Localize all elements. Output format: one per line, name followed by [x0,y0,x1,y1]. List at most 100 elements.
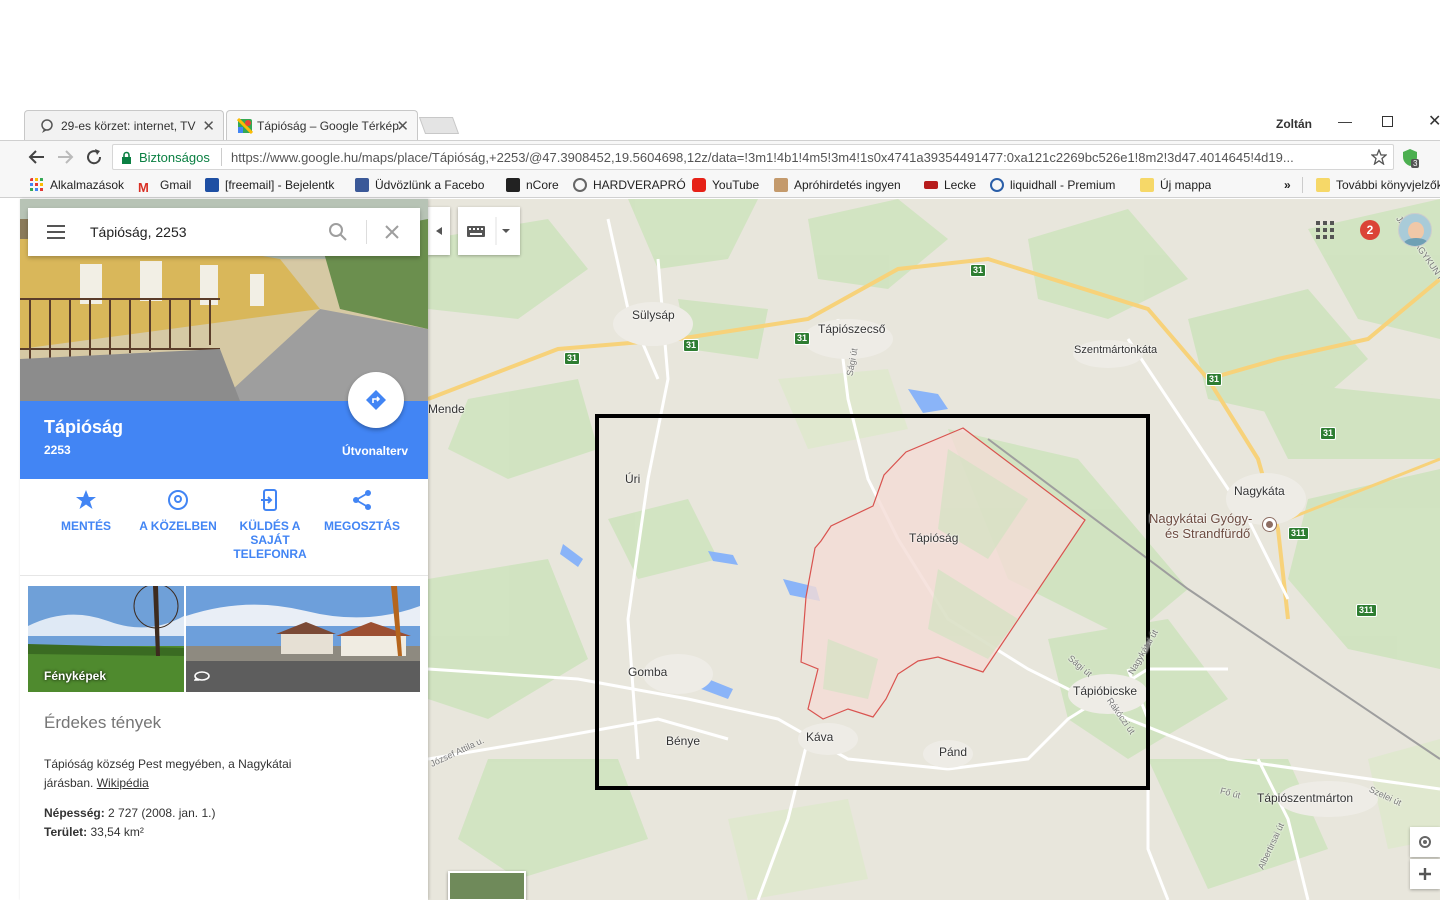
star-icon [76,490,96,509]
population-row: Népesség: 2 727 (2008. jan. 1.) [44,806,215,820]
bookmark-apps[interactable]: Alkalmazások [30,178,124,192]
clear-search-icon[interactable] [384,224,400,240]
send-to-phone-button[interactable]: KÜLDÉS A SAJÁT TELEFONRA [222,489,318,561]
bookmark-youtube[interactable]: YouTube [692,178,759,192]
bookmark-ncore[interactable]: nCore [506,178,559,192]
directions-button[interactable] [348,372,404,428]
map-label-tapiosag[interactable]: Tápióság [909,531,958,545]
google-apps-icon[interactable] [1316,221,1334,239]
search-icon[interactable] [328,222,348,242]
liquidhall-icon [990,178,1004,192]
zoom-in-button[interactable] [1410,859,1440,889]
directions-label[interactable]: Útvonalterv [342,444,408,458]
map-label-nagykata[interactable]: Nagykáta [1234,484,1285,498]
bookmarks-bar: Alkalmazások M Gmail [freemail] - Bejelen… [0,174,1440,198]
route-shield: 31 [1206,373,1223,386]
satellite-layer-toggle[interactable] [448,871,526,900]
collapse-panel-button[interactable] [428,207,450,255]
search-box [28,208,420,256]
close-tab-icon[interactable]: ✕ [396,117,409,135]
google-maps-icon [237,118,253,134]
search-input[interactable] [90,220,310,244]
place-name: Tápióság [44,417,124,437]
back-icon[interactable] [28,148,46,166]
reload-icon[interactable] [85,148,103,166]
plus-icon [1419,868,1431,880]
notifications-badge[interactable]: 2 [1360,220,1380,240]
bookmark-freemail[interactable]: [freemail] - Bejelentk [205,178,341,192]
population-value: 2 727 (2008. jan. 1.) [108,806,216,820]
photos-label: Fényképek [44,669,107,683]
tab-title: Tápióság – Google Térkép [257,119,399,133]
place-postal-code: 2253 [44,443,71,457]
divider [20,575,428,576]
extension-badge: 3 [1411,159,1420,168]
wikipedia-link[interactable]: Wikipédia [97,776,149,790]
new-tab-button[interactable] [418,117,460,134]
map-label-gomba[interactable]: Gomba [628,665,667,679]
folder-icon [1316,178,1330,192]
share-button[interactable]: MEGOSZTÁS [314,489,410,533]
folder-icon [1140,178,1154,192]
map-canvas[interactable]: Sülysáp Tápiószecső Szentmártonkáta Mend… [428,199,1440,900]
area-label: Terület: [44,825,88,839]
place-panel: Tápióság 2253 Útvonalterv MENTÉS A KÖZEL… [20,199,428,900]
bookmark-lecke[interactable]: Lecke [924,178,976,192]
spa-pin-icon[interactable] [1263,518,1276,531]
tab-active[interactable]: Tápióság – Google Térkép ✕ [226,110,418,140]
freemail-icon [205,178,219,192]
nearby-button[interactable]: A KÖZELBEN [130,489,226,533]
bookmark-folder-uj-mappa[interactable]: Új mappa [1140,178,1211,192]
directions-icon [366,390,386,410]
map-label-benye[interactable]: Bénye [666,734,700,748]
bookmark-hardverapro[interactable]: HARDVERAPRÓ [573,178,686,192]
map-label-sulysap[interactable]: Sülysáp [632,308,675,322]
tab-inactive[interactable]: 29-es körzet: internet, TV ✕ [24,110,224,140]
bookmark-aprohirdetes[interactable]: Apróhirdetés ingyen [774,178,908,192]
avatar[interactable] [1398,213,1432,247]
lock-icon [122,151,131,164]
area-row: Terület: 33,54 km² [44,825,144,839]
profile-name[interactable]: Zoltán [1276,117,1312,131]
close-tab-icon[interactable]: ✕ [202,117,215,135]
lecke-icon [924,181,938,189]
map-label-uri[interactable]: Úri [625,472,640,486]
keyboard-icon [467,217,510,245]
input-tools-button[interactable] [458,207,520,255]
map-label-spa-line2[interactable]: és Strandfürdő [1165,526,1250,541]
facebook-icon [355,178,369,192]
street-view-thumbnail[interactable] [186,586,420,692]
bookmark-liquidhall[interactable]: liquidhall - Premium [990,178,1122,192]
bookmark-gmail[interactable]: M Gmail [138,178,191,194]
map-label-mende[interactable]: Mende [428,402,465,416]
map-label-kava[interactable]: Káva [806,730,833,744]
restore-button[interactable] [1382,116,1393,127]
bookmark-star-icon[interactable] [1371,149,1387,165]
map-label-tapioszentmarton[interactable]: Tápiószentmárton [1257,791,1353,805]
menu-icon[interactable] [46,224,66,240]
bookmark-facebook[interactable]: Üdvözlünk a Facebo [355,178,491,192]
close-window-button[interactable]: ✕ [1428,111,1440,131]
my-location-button[interactable] [1410,827,1440,857]
photos-thumbnail[interactable]: Fényképek [28,586,184,692]
minimize-button[interactable]: — [1338,113,1352,129]
route-shield: 31 [1320,427,1337,440]
other-bookmarks[interactable]: További könyvjelzők [1316,178,1440,192]
security-label: Biztonságos [139,150,210,165]
map-label-spa-line1[interactable]: Nagykátai Gyógy- [1149,511,1252,526]
bookmarks-overflow[interactable]: » [1284,178,1291,192]
map-label-pand[interactable]: Pánd [939,745,967,759]
route-shield: 31 [683,339,700,352]
map-label-tapioszecso[interactable]: Tápiószecső [818,322,885,336]
map-label-tapiobicske[interactable]: Tápióbicske [1073,684,1137,698]
facts-heading: Érdekes tények [44,713,162,732]
url-text[interactable]: https://www.google.hu/maps/place/Tápiósá… [231,150,1361,165]
divider [221,148,222,166]
address-bar[interactable]: Biztonságos https://www.google.hu/maps/p… [112,144,1394,170]
facts-description: Tápióság község Pest megyében, a Nagykát… [44,755,324,793]
chat-icon [41,119,53,133]
map-label-szentmartonkata[interactable]: Szentmártonkáta [1074,344,1157,356]
save-button[interactable]: MENTÉS [38,489,134,533]
apps-grid-icon [30,178,43,191]
forward-icon[interactable] [56,148,74,166]
